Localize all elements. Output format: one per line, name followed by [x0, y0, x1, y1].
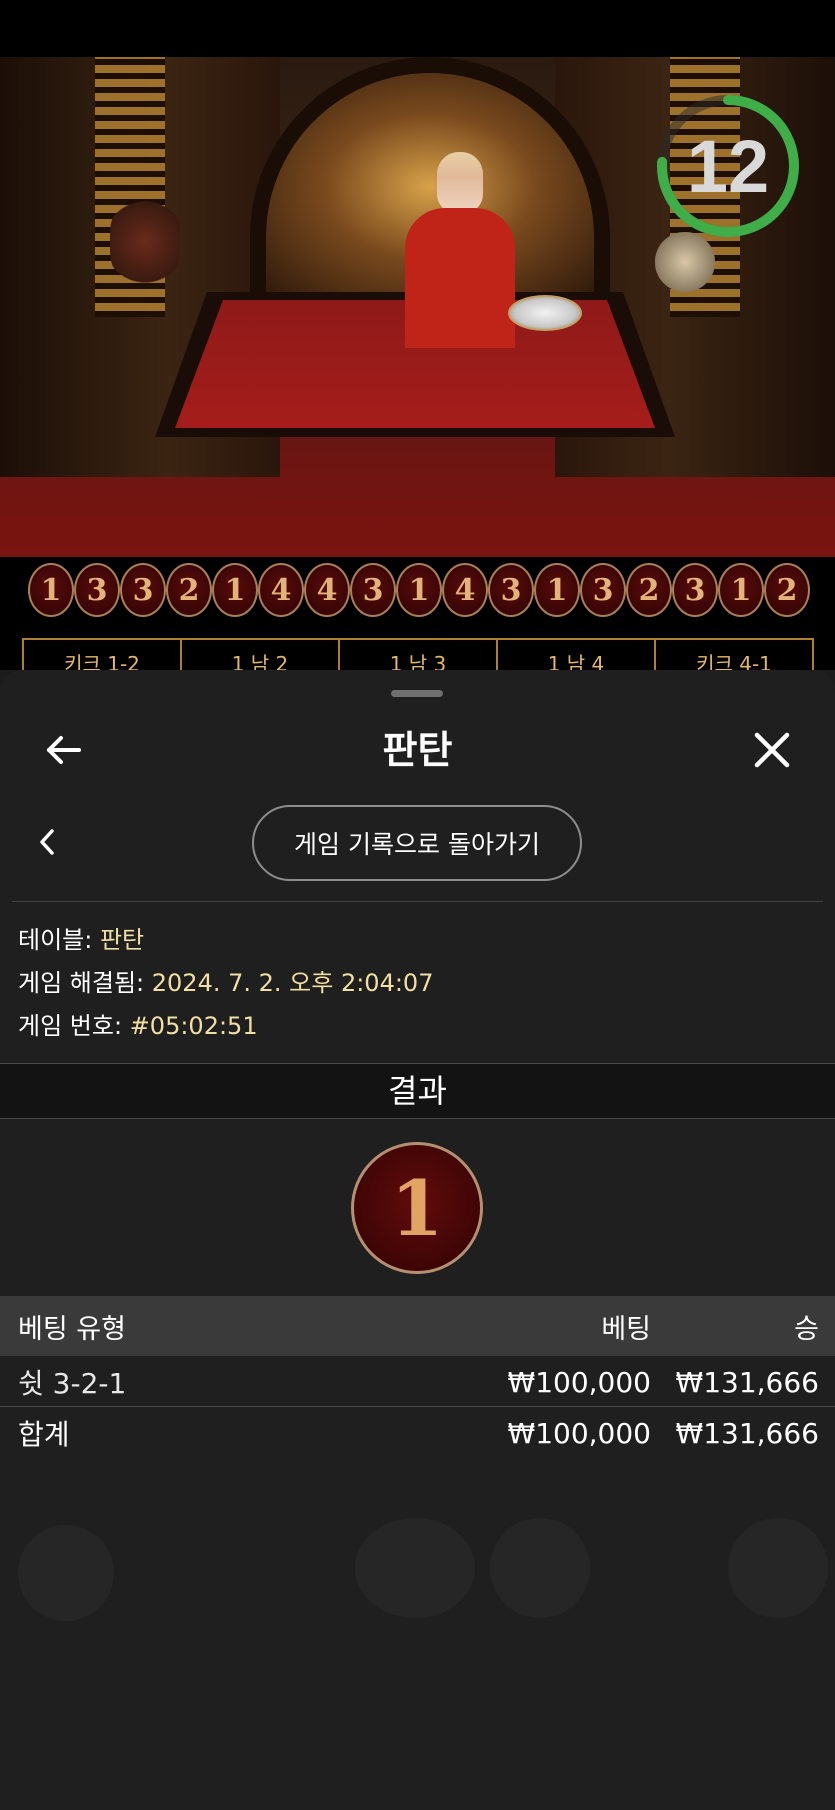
back-arrow-button[interactable] — [38, 725, 88, 775]
back-to-history-button[interactable]: 게임 기록으로 돌아가기 — [252, 805, 582, 881]
total-row: 합계 ₩100,000 ₩131,666 — [0, 1407, 835, 1459]
game-info: 테이블: 판탄 게임 해결됨: 2024. 7. 2. 오후 2:04:07 게… — [18, 920, 818, 1049]
divider — [12, 901, 823, 902]
roadmap-ball: 2 — [626, 563, 672, 617]
sheet-title: 판탄 — [382, 728, 453, 772]
close-button[interactable] — [747, 725, 797, 775]
bead-bowl — [508, 295, 582, 331]
roadmap-ball: 2 — [764, 563, 810, 617]
bet-amount-cell: ₩100,000 — [507, 1365, 651, 1399]
game-number-value: #05:02:51 — [129, 1012, 258, 1040]
bet-type-cell: 쉿 3-2-1 — [18, 1367, 127, 1400]
roadmap-ball: 1 — [212, 563, 258, 617]
bet-spot-label: 1 남 2 — [182, 640, 340, 676]
status-bar — [0, 0, 835, 57]
total-win: ₩131,666 — [675, 1416, 819, 1450]
ghost-grid-button — [18, 1525, 114, 1621]
result-ball: 1 — [351, 1142, 483, 1274]
previous-button[interactable] — [22, 817, 72, 867]
table-label: 테이블: — [18, 926, 93, 954]
header-bet: 베팅 — [601, 1313, 651, 1345]
bonsai-decoration — [110, 197, 180, 287]
resolved-value: 2024. 7. 2. 오후 2:04:07 — [151, 969, 434, 997]
arrow-left-icon — [47, 736, 81, 764]
close-icon — [754, 732, 790, 768]
ghost-chip — [355, 1518, 475, 1618]
info-resolved: 게임 해결됨: 2024. 7. 2. 오후 2:04:07 — [18, 963, 818, 1006]
bet-spot-label: 1 남 4 — [498, 640, 656, 676]
bet-spot-label: 1 남 3 — [340, 640, 498, 676]
info-game-number: 게임 번호: #05:02:51 — [18, 1006, 818, 1049]
win-amount-cell: ₩131,666 — [675, 1365, 819, 1399]
roadmap-ball: 4 — [258, 563, 304, 617]
roadmap-ball: 1 — [28, 563, 74, 617]
bet-spot-label: 키크 4-1 — [696, 652, 772, 676]
ghost-menu-button — [728, 1518, 828, 1618]
table-row: 쉿 3-2-1 ₩100,000 ₩131,666 — [0, 1356, 835, 1408]
roadmap: 13321443143132312 — [28, 563, 835, 619]
info-table: 테이블: 판탄 — [18, 920, 818, 963]
result-header: 결과 — [0, 1063, 835, 1119]
sheet-drag-handle[interactable] — [391, 690, 443, 697]
sheet-header: 판탄 — [0, 710, 835, 790]
ghost-repeat-button — [490, 1518, 590, 1618]
game-number-label: 게임 번호: — [18, 1012, 123, 1040]
roadmap-ball: 1 — [534, 563, 580, 617]
game-history-sheet: 판탄 게임 기록으로 돌아가기 테이블: 판탄 게임 해결됨: 2024. 7.… — [0, 670, 835, 1810]
roadmap-ball: 4 — [442, 563, 488, 617]
dealer — [395, 152, 525, 352]
total-bet: ₩100,000 — [507, 1416, 651, 1450]
roadmap-ball: 3 — [350, 563, 396, 617]
roadmap-ball: 1 — [396, 563, 442, 617]
roadmap-ball: 3 — [488, 563, 534, 617]
resolved-label: 게임 해결됨: — [18, 969, 145, 997]
header-win: 승 — [794, 1313, 819, 1345]
roadmap-ball: 3 — [120, 563, 166, 617]
countdown-timer-value: 12 — [686, 124, 770, 208]
total-label: 합계 — [18, 1418, 70, 1451]
bet-spot-label: 키크 1-2 — [24, 640, 182, 676]
bets-table-header: 베팅 유형 베팅 승 — [0, 1296, 835, 1356]
chevron-left-icon — [40, 829, 54, 855]
table-value: 판탄 — [99, 926, 145, 954]
roadmap-ball: 3 — [672, 563, 718, 617]
roadmap-ball: 3 — [74, 563, 120, 617]
dragon-statue — [655, 232, 715, 292]
history-nav-row: 게임 기록으로 돌아가기 — [0, 802, 835, 882]
roadmap-ball: 1 — [718, 563, 764, 617]
roadmap-ball: 2 — [166, 563, 212, 617]
roadmap-ball: 4 — [304, 563, 350, 617]
bet-table-header: 키크 1-2 1 남 21 남 31 남 4 키크 4-1 — [22, 638, 814, 676]
roadmap-ball: 3 — [580, 563, 626, 617]
header-bet-type: 베팅 유형 — [18, 1313, 126, 1345]
